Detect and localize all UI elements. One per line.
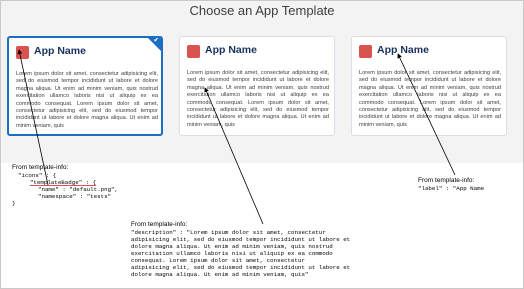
icon-arrow: [17, 49, 49, 186]
description-arrow: [204, 87, 264, 225]
label-arrow: [397, 53, 456, 176]
annotation-arrows: [17, 49, 456, 225]
